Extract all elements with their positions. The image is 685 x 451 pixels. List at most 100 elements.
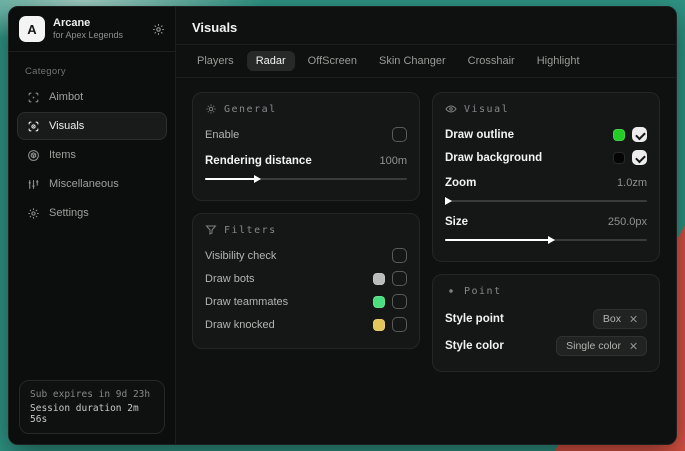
draw-teammates-color-swatch[interactable]	[373, 296, 385, 308]
draw-bots-row: Draw bots	[205, 267, 407, 290]
enable-checkbox[interactable]	[392, 127, 407, 142]
style-point-label: Style point	[445, 313, 593, 325]
category-label: Category	[25, 66, 167, 77]
page-title: Visuals	[192, 20, 660, 35]
tab-players[interactable]: Players	[188, 51, 243, 71]
visibility-check-checkbox[interactable]	[392, 248, 407, 263]
chip-label: Single color	[566, 340, 621, 352]
style-point-row: Style point Box	[445, 305, 647, 332]
tab-offscreen[interactable]: OffScreen	[299, 51, 366, 71]
sidebar-footer: Sub expires in 9d 23h Session duration 2…	[9, 370, 175, 444]
brand-subtitle: for Apex Legends	[53, 30, 144, 41]
zoom-row: Zoom 1.0zm	[445, 171, 647, 194]
tab-highlight[interactable]: Highlight	[528, 51, 589, 71]
slider-thumb[interactable]	[548, 236, 555, 244]
sidebar-header: A Arcane for Apex Legends	[9, 7, 175, 52]
slider-thumb[interactable]	[445, 197, 452, 205]
rendering-distance-label: Rendering distance	[205, 155, 371, 167]
enable-row: Enable	[205, 123, 407, 146]
main-area: Visuals Players Radar OffScreen Skin Cha…	[176, 7, 676, 444]
dot-icon	[445, 285, 457, 297]
sidebar-item-label: Miscellaneous	[49, 178, 119, 190]
main-header: Visuals	[176, 7, 676, 45]
session-duration-text: Session duration 2m 56s	[30, 403, 154, 425]
draw-knocked-row: Draw knocked	[205, 313, 407, 336]
tab-crosshair[interactable]: Crosshair	[459, 51, 524, 71]
panel-filters: Filters Visibility check Draw bots	[192, 213, 420, 349]
sidebar-nav: Category Aimbot Visuals	[9, 52, 175, 370]
size-value: 250.0px	[608, 216, 647, 228]
draw-knocked-color-swatch[interactable]	[373, 319, 385, 331]
sidebar-item-visuals[interactable]: Visuals	[17, 112, 167, 140]
column-left: General Enable Rendering distance 100m	[192, 92, 420, 430]
app-window: A Arcane for Apex Legends Category	[8, 6, 677, 445]
style-point-chip[interactable]: Box	[593, 309, 647, 329]
draw-outline-checkbox[interactable]	[632, 127, 647, 142]
app-logo: A	[19, 16, 45, 42]
package-icon	[27, 149, 40, 162]
draw-knocked-label: Draw knocked	[205, 319, 373, 331]
size-row: Size 250.0px	[445, 210, 647, 233]
panel-visual-title: Visual	[445, 103, 647, 115]
panel-title-text: General	[224, 104, 277, 115]
tab-bar: Players Radar OffScreen Skin Changer Cro…	[176, 45, 676, 78]
draw-background-checkbox[interactable]	[632, 150, 647, 165]
remove-icon[interactable]	[629, 315, 637, 323]
zoom-label: Zoom	[445, 177, 609, 189]
draw-outline-row: Draw outline	[445, 123, 647, 146]
sidebar-item-items[interactable]: Items	[17, 141, 167, 169]
sidebar-item-aimbot[interactable]: Aimbot	[17, 83, 167, 111]
panel-point: Point Style point Box Style color Single…	[432, 274, 660, 372]
tab-radar[interactable]: Radar	[247, 51, 295, 71]
draw-background-label: Draw background	[445, 152, 613, 164]
zoom-slider[interactable]	[445, 196, 647, 206]
brand-title: Arcane	[53, 17, 144, 30]
content: General Enable Rendering distance 100m	[176, 78, 676, 444]
panel-point-title: Point	[445, 285, 647, 297]
style-color-chip[interactable]: Single color	[556, 336, 647, 356]
draw-bots-label: Draw bots	[205, 273, 373, 285]
panel-title-text: Point	[464, 286, 502, 297]
sidebar-item-miscellaneous[interactable]: Miscellaneous	[17, 170, 167, 198]
sun-icon	[205, 103, 217, 115]
draw-bots-color-swatch[interactable]	[373, 273, 385, 285]
rendering-distance-value: 100m	[379, 155, 407, 167]
theme-gear-icon[interactable]	[152, 23, 165, 36]
eye-scan-icon	[27, 120, 40, 133]
sidebar: A Arcane for Apex Legends Category	[9, 7, 176, 444]
draw-teammates-row: Draw teammates	[205, 290, 407, 313]
draw-background-color-swatch[interactable]	[613, 152, 625, 164]
draw-background-row: Draw background	[445, 146, 647, 169]
remove-icon[interactable]	[629, 342, 637, 350]
crosshair-icon	[27, 91, 40, 104]
rendering-distance-slider[interactable]	[205, 174, 407, 184]
sidebar-item-settings[interactable]: Settings	[17, 199, 167, 227]
draw-teammates-checkbox[interactable]	[392, 294, 407, 309]
size-slider[interactable]	[445, 235, 647, 245]
style-color-row: Style color Single color	[445, 332, 647, 359]
column-right: Visual Draw outline Draw background	[432, 92, 660, 430]
panel-general-title: General	[205, 103, 407, 115]
draw-teammates-label: Draw teammates	[205, 296, 373, 308]
panel-general: General Enable Rendering distance 100m	[192, 92, 420, 201]
sidebar-item-label: Settings	[49, 207, 89, 219]
draw-knocked-checkbox[interactable]	[392, 317, 407, 332]
chip-label: Box	[603, 313, 621, 325]
slider-thumb[interactable]	[254, 175, 261, 183]
draw-outline-color-swatch[interactable]	[613, 129, 625, 141]
style-color-label: Style color	[445, 340, 556, 352]
draw-bots-checkbox[interactable]	[392, 271, 407, 286]
sidebar-item-label: Items	[49, 149, 76, 161]
eye-icon	[445, 103, 457, 115]
tab-skin-changer[interactable]: Skin Changer	[370, 51, 455, 71]
sidebar-item-label: Visuals	[49, 120, 84, 132]
panel-visual: Visual Draw outline Draw background	[432, 92, 660, 262]
sliders-icon	[27, 178, 40, 191]
size-label: Size	[445, 216, 600, 228]
panel-filters-title: Filters	[205, 224, 407, 236]
visibility-check-label: Visibility check	[205, 250, 392, 262]
rendering-distance-row: Rendering distance 100m	[205, 149, 407, 172]
visibility-check-row: Visibility check	[205, 244, 407, 267]
draw-outline-label: Draw outline	[445, 129, 613, 141]
enable-label: Enable	[205, 129, 392, 141]
